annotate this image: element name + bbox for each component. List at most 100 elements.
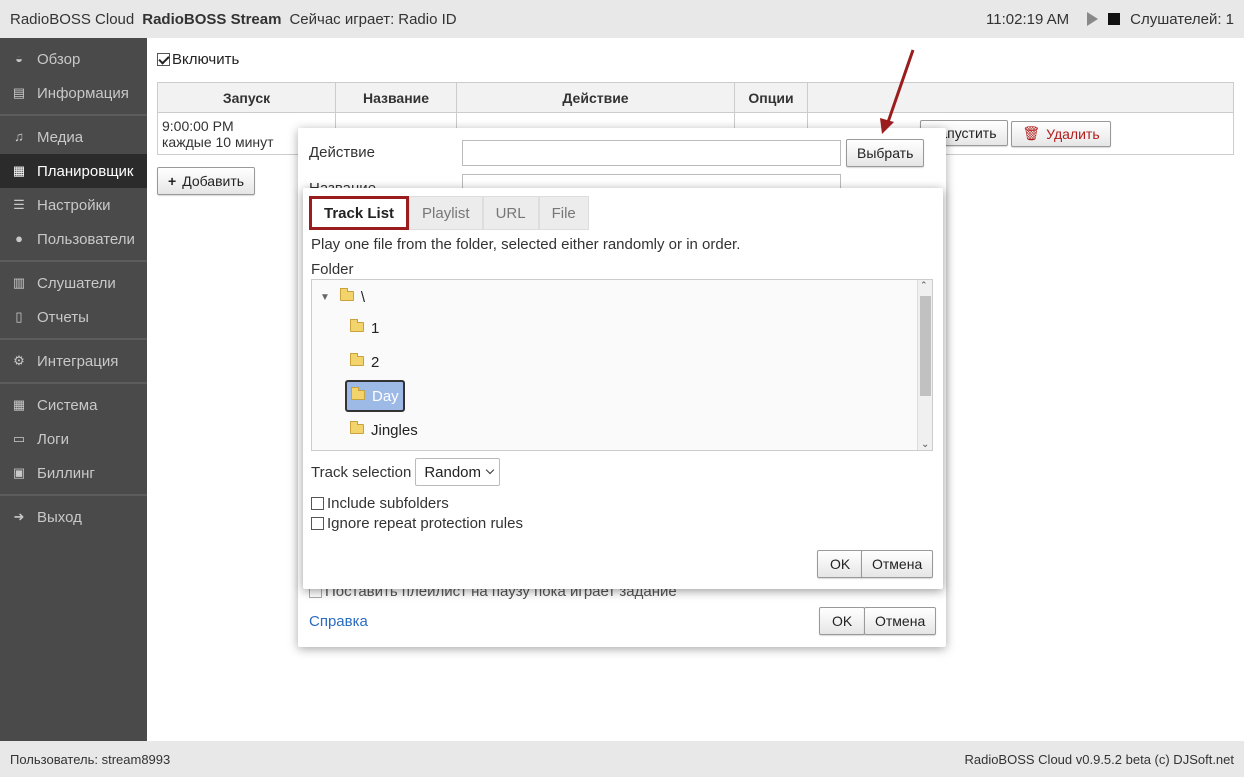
table-header-row: Запуск Название Действие Опции — [157, 82, 1234, 113]
sidebar-item-settings[interactable]: ☰ Настройки — [0, 188, 147, 222]
delete-button[interactable]: 🗑 Удалить — [1011, 120, 1111, 147]
plus-icon: + — [168, 173, 177, 189]
now-playing-label: Сейчас играет: — [289, 10, 395, 28]
stop-icon[interactable] — [1108, 13, 1121, 25]
track-selection-select[interactable]: Random — [415, 458, 501, 486]
ignore-repeat-checkbox[interactable] — [311, 517, 324, 530]
enable-label: Включить — [172, 51, 240, 68]
column-header[interactable]: Действие — [456, 82, 735, 113]
sidebar-item-label: Планировщик — [37, 162, 134, 180]
scroll-down-icon[interactable]: ⌄ — [921, 439, 929, 450]
music-icon: ♫ — [14, 129, 24, 144]
cancel-button[interactable]: Отмена — [861, 550, 934, 578]
tab-playlist[interactable]: Playlist — [409, 196, 483, 230]
app-name: RadioBOSS Cloud — [10, 10, 135, 28]
dashboard-icon: ◒ — [15, 51, 23, 66]
choose-button[interactable]: Выбрать — [846, 139, 925, 167]
scrollbar-thumb[interactable] — [920, 296, 931, 396]
tab-label: Playlist — [422, 204, 470, 222]
tree-node[interactable]: Jingles — [346, 415, 422, 445]
tree-node-selected[interactable]: Day — [345, 380, 405, 412]
sidebar-item-label: Интеграция — [37, 352, 119, 370]
sidebar-item-label: Медиа — [37, 128, 84, 146]
folder-tree[interactable]: ▼ \ 1 2 Day Jingles ⌃ ⌄ — [311, 279, 933, 451]
trash-icon: 🗑 — [1022, 125, 1041, 142]
ignore-repeat-label: Ignore repeat protection rules — [327, 515, 523, 532]
sidebar-item-label: Пользователи — [37, 230, 135, 248]
cancel-button[interactable]: Отмена — [864, 607, 937, 635]
sidebar-item-label: Выход — [37, 508, 82, 526]
include-subfolders-row[interactable]: Include subfolders — [311, 495, 449, 512]
expand-arrow-icon[interactable]: ▼ — [320, 292, 330, 303]
tab-label: URL — [495, 204, 526, 222]
sidebar-item-info[interactable]: ▤ Информация — [0, 76, 147, 110]
track-selection-row: Track selection Random — [311, 458, 501, 486]
sidebar-item-logout[interactable]: ➜ Выход — [0, 500, 147, 534]
footer: Пользователь: stream8993 RadioBOSS Cloud… — [0, 741, 1244, 777]
help-link[interactable]: Справка — [309, 613, 368, 630]
tree-node-label: Day — [372, 387, 399, 405]
column-header[interactable]: Опции — [734, 82, 808, 113]
source-tabs: Track List Playlist URL File — [309, 196, 589, 230]
tree-node-label: \ — [360, 288, 366, 306]
listeners-count: Слушателей: 1 — [1130, 10, 1234, 28]
enable-checkbox[interactable] — [157, 53, 170, 66]
action-input[interactable] — [462, 140, 841, 166]
tree-scrollbar[interactable]: ⌃ ⌄ — [917, 280, 932, 450]
enable-checkbox-row[interactable]: Включить — [157, 51, 239, 68]
sidebar-item-label: Обзор — [37, 50, 81, 68]
sidebar-item-system[interactable]: ▦ Система — [0, 388, 147, 422]
grid-icon: ▦ — [12, 397, 26, 412]
sidebar-item-media[interactable]: ♫ Медиа — [0, 120, 147, 154]
sidebar-item-label: Слушатели — [37, 274, 116, 292]
sidebar-item-overview[interactable]: ◒ Обзор — [0, 42, 147, 76]
sidebar-item-listeners[interactable]: ▥ Слушатели — [0, 266, 147, 300]
tab-track-list[interactable]: Track List — [309, 196, 410, 230]
sidebar-item-users[interactable]: ● Пользователи — [0, 222, 147, 256]
sidebar-item-label: Информация — [37, 84, 129, 102]
column-header[interactable]: Название — [335, 82, 457, 113]
ignore-repeat-row[interactable]: Ignore repeat protection rules — [311, 515, 523, 532]
add-label: Добавить — [182, 173, 245, 189]
sidebar-item-reports[interactable]: ▯ Отчеты — [0, 300, 147, 334]
chevron-down-icon — [485, 465, 495, 475]
tab-file[interactable]: File — [538, 196, 589, 230]
sidebar-item-billing[interactable]: ▣ Биллинг — [0, 456, 147, 490]
column-header[interactable]: Запуск — [157, 82, 336, 113]
money-icon: ▣ — [12, 465, 26, 480]
tab-label: File — [551, 204, 576, 222]
tree-node-root[interactable]: ▼ \ — [316, 282, 369, 312]
sidebar-item-logs[interactable]: ▭ Логи — [0, 422, 147, 456]
scroll-up-icon[interactable]: ⌃ — [920, 280, 928, 291]
annotation-arrow-icon — [880, 49, 915, 134]
folder-icon: ▭ — [12, 431, 26, 446]
sidebar-item-label: Система — [37, 396, 98, 414]
ok-button[interactable]: OK — [817, 550, 864, 578]
sidebar: ◒ Обзор ▤ Информация ♫ Медиа ▦ Планировщик ☰… — [0, 38, 147, 741]
sidebar-group: ⚙ Интеграция — [0, 340, 147, 384]
ok-label: OK — [832, 613, 853, 629]
choose-label: Выбрать — [857, 145, 914, 161]
play-icon[interactable] — [1087, 12, 1099, 26]
sidebar-item-scheduler[interactable]: ▦ Планировщик — [0, 154, 147, 188]
now-playing-value: Radio ID — [398, 10, 457, 28]
folder-icon — [350, 353, 364, 366]
column-header — [807, 82, 1234, 113]
version-text: RadioBOSS Cloud v0.9.5.2 beta (c) DJSoft… — [964, 751, 1234, 767]
sidebar-item-integration[interactable]: ⚙ Интеграция — [0, 344, 147, 378]
ok-button[interactable]: OK — [819, 607, 866, 635]
tree-node[interactable]: 1 — [346, 313, 383, 343]
description-text: Play one file from the folder, selected … — [311, 236, 741, 253]
clock: 11:02:19 AM — [986, 10, 1070, 28]
action-label: Действие — [309, 144, 375, 161]
current-user: Пользователь: stream8993 — [10, 751, 171, 767]
tab-url[interactable]: URL — [482, 196, 539, 230]
bar-chart-icon: ▥ — [12, 275, 26, 290]
track-selection-value: Random — [424, 463, 482, 481]
include-subfolders-checkbox[interactable] — [311, 497, 324, 510]
sidebar-group: ♫ Медиа ▦ Планировщик ☰ Настройки ● Пользова… — [0, 116, 147, 262]
add-button[interactable]: + Добавить — [157, 167, 256, 195]
calendar-icon: ▦ — [12, 163, 26, 178]
stream-name: RadioBOSS Stream — [142, 10, 282, 28]
tree-node[interactable]: 2 — [346, 347, 383, 377]
